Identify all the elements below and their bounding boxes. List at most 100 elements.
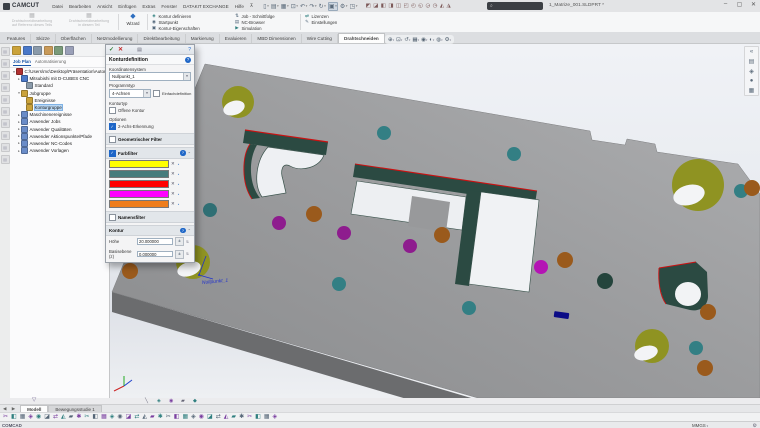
wire-edm-in-part-button[interactable]: ▦Drahtschneidbearbeitung in diesem Teil (62, 13, 116, 27)
name-filter-checkbox[interactable] (109, 214, 116, 221)
color-filter-section[interactable]: Farbfilter ? ⌃ (106, 147, 194, 159)
geometric-filter-section[interactable]: Geometrischer Filter (106, 133, 194, 145)
tab-direktbearbeitung[interactable]: Direktbearbeitung (138, 34, 185, 43)
quick-access-icon[interactable]: ▤▾ (271, 3, 279, 10)
featuremanager-tab-icon[interactable] (65, 46, 74, 55)
remove-color-icon[interactable]: ✕ (171, 191, 175, 197)
search-input[interactable]: ⌕ (487, 2, 543, 10)
graphics-viewport[interactable]: Nullpunkt_1 (110, 44, 760, 398)
remove-color-icon[interactable]: ✕ (171, 181, 175, 187)
dock-tool-icon[interactable]: ▤ (1, 107, 10, 116)
featuremanager-tab-icon[interactable] (12, 46, 21, 55)
hole-magenta[interactable] (534, 260, 548, 274)
section-help-icon[interactable]: ? (180, 228, 186, 234)
collapse-chevron-icon[interactable]: ⌃ (188, 151, 191, 156)
pick-color-icon[interactable]: ◔ (177, 172, 180, 177)
base-plane-input[interactable] (137, 251, 173, 258)
geometric-filter-checkbox[interactable] (109, 136, 116, 143)
ribbon-button-simulation[interactable]: ▶Simulation (234, 25, 298, 31)
dock-tool-icon[interactable]: ▤ (1, 155, 10, 164)
contour-section[interactable]: Kontur ? ⌃ (106, 225, 194, 236)
addin-icon[interactable]: ◰ (404, 3, 409, 9)
edm-toolbar-icon[interactable]: ✂ (3, 414, 8, 420)
edm-toolbar-icon[interactable]: ◪ (207, 414, 212, 420)
edm-toolbar-icon[interactable]: ◭ (224, 414, 228, 420)
maximize-button[interactable]: ▢ (735, 1, 744, 8)
hole-brown[interactable] (744, 180, 760, 196)
selection-filter-icon[interactable]: ◆ (193, 398, 197, 404)
addin-icon[interactable]: ◫ (396, 3, 401, 9)
edm-toolbar-icon[interactable]: ◈ (28, 414, 32, 420)
pick-color-icon[interactable]: ◔ (177, 182, 180, 187)
dock-tool-icon[interactable]: ▤ (1, 143, 10, 152)
measure-button[interactable]: ± (175, 237, 184, 246)
addin-icon[interactable]: ◵ (418, 3, 423, 9)
height-input[interactable] (137, 238, 173, 245)
two-axis-detection-checkbox[interactable] (109, 123, 116, 130)
edm-toolbar-icon[interactable]: ⇄ (53, 414, 58, 420)
edm-toolbar-icon[interactable]: ▰ (69, 414, 73, 420)
selection-filter-icon[interactable]: ╲ (145, 398, 148, 404)
edm-toolbar-icon[interactable]: ⇄ (216, 414, 221, 420)
tree-item[interactable]: ▸Anwender Vorlagen (10, 147, 109, 154)
edm-toolbar-icon[interactable]: ✱ (239, 414, 244, 420)
edm-toolbar-icon[interactable]: ◭ (61, 414, 65, 420)
hole-brown[interactable] (306, 206, 322, 222)
simple-definition-checkbox[interactable] (153, 90, 160, 97)
dock-tool-icon[interactable]: ▤ (1, 95, 10, 104)
tree-item[interactable]: Standard (10, 82, 109, 89)
tab-markierung[interactable]: Markierung (186, 34, 220, 43)
tree-item[interactable]: ▸Maschinenereignisse (10, 111, 109, 118)
ribbon-button-kontur-eigenschaften[interactable]: ▣Kontur-Eigenschaften (151, 25, 231, 31)
addin-icon[interactable]: ◴ (411, 3, 416, 9)
view-tool-icon[interactable]: ▦▾ (412, 37, 419, 43)
edm-toolbar-icon[interactable]: ✂ (84, 414, 89, 420)
view-tool-icon[interactable]: ⊡▾ (396, 37, 402, 43)
units-selector[interactable]: MMGS ▾ (692, 423, 708, 428)
edm-toolbar-icon[interactable]: ✂ (166, 414, 171, 420)
dock-tool-icon[interactable]: ▤ (1, 131, 10, 140)
quick-access-icon[interactable]: ▦▾ (281, 3, 289, 10)
title-help-icon[interactable]: ? (185, 57, 191, 63)
quick-access-icon[interactable]: ↶▾ (300, 3, 307, 10)
edm-toolbar-icon[interactable]: ▦ (101, 414, 106, 420)
hole-purple[interactable] (337, 226, 351, 240)
addin-icon[interactable]: ◭ (440, 3, 444, 9)
edm-toolbar-icon[interactable]: ◭ (142, 414, 146, 420)
pick-color-icon[interactable]: ◔ (177, 192, 180, 197)
task-pane-icon[interactable]: « (745, 47, 758, 56)
help-icon[interactable]: ? (188, 47, 191, 53)
addin-icon[interactable]: ◨ (388, 3, 393, 9)
quick-access-icon[interactable]: ⚙▾ (340, 3, 348, 10)
filter-funnel-icon[interactable]: ▽ (32, 397, 36, 403)
quick-access-icon[interactable]: ◳▾ (350, 3, 358, 10)
tree-item[interactable]: ▸Anwender NC-Codes (10, 140, 109, 147)
tree-item[interactable]: ▸Anwender Qualitäten (10, 126, 109, 133)
remove-color-icon[interactable]: ✕ (171, 171, 175, 177)
hole-brown[interactable] (122, 263, 138, 279)
edm-toolbar-icon[interactable]: ✱ (158, 414, 163, 420)
featuremanager-tab-icon[interactable] (54, 46, 63, 55)
tab-mbd-dimensionen[interactable]: MBD Dimensionen (252, 34, 301, 43)
section-help-icon[interactable]: ? (180, 150, 186, 156)
pocket-center-step[interactable] (408, 196, 450, 232)
featuremanager-tab-icon[interactable] (44, 46, 53, 55)
hole-teal[interactable] (462, 301, 476, 315)
pin-panel-icon[interactable]: ▤ (137, 47, 142, 53)
close-button[interactable]: ✕ (749, 1, 758, 8)
addin-icon[interactable]: ◶ (425, 3, 430, 9)
edm-toolbar-icon[interactable]: ◈ (191, 414, 195, 420)
tab-evaluieren[interactable]: Evaluieren (220, 34, 253, 43)
edm-toolbar-icon[interactable]: ◧ (92, 414, 97, 420)
tree-item[interactable]: ▾Jobgruppe (10, 90, 109, 97)
tree-item[interactable]: ▸Anwender Jobs (10, 118, 109, 125)
cancel-icon[interactable]: ✕ (118, 46, 123, 53)
dock-tool-icon[interactable]: ▤ (1, 119, 10, 128)
hole-brown[interactable] (557, 252, 573, 268)
quick-access-icon[interactable]: ▯▾ (263, 3, 269, 10)
tab-netzmodellierung[interactable]: Netzmodellierung (92, 34, 139, 43)
addin-icon[interactable]: ◩ (366, 3, 371, 9)
edm-toolbar-icon[interactable]: ◉ (199, 414, 204, 420)
hole-brown[interactable] (700, 304, 716, 320)
view-tool-icon[interactable]: ◍▾ (436, 37, 442, 43)
